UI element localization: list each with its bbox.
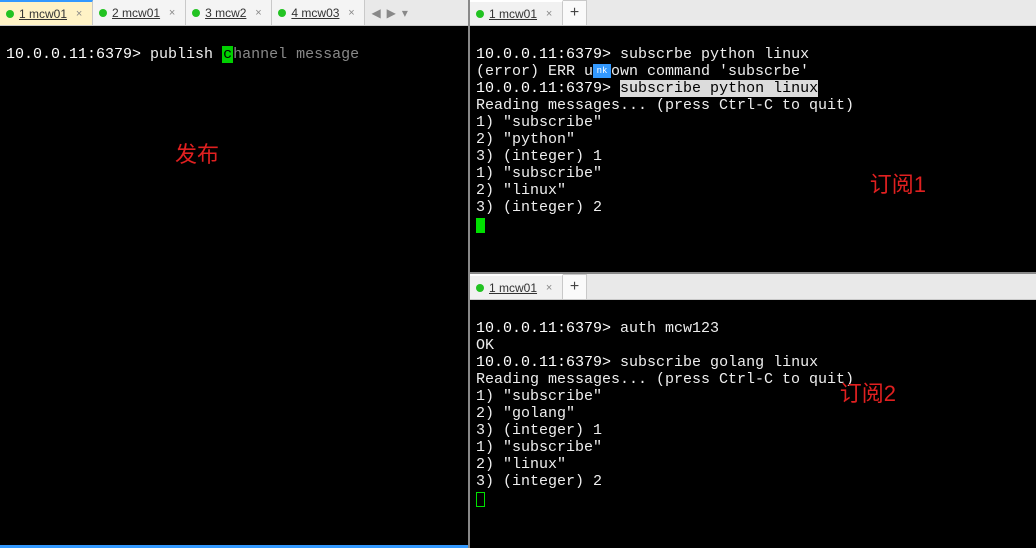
- out-line: 3) (integer) 2: [476, 199, 602, 216]
- right-bottom-tabbar: 1 mcw01 × +: [470, 274, 1036, 300]
- out-line: 3) (integer) 2: [476, 473, 602, 490]
- out-line: 2) "linux": [476, 182, 566, 199]
- right-pane: 1 mcw01 × + 10.0.0.11:6379> subscrbe pyt…: [470, 0, 1036, 548]
- cmd-suggestion: hannel message: [233, 46, 359, 63]
- out-line: Reading messages... (press Ctrl-C to qui…: [476, 371, 854, 388]
- tab-label: 1 mcw01: [19, 7, 67, 21]
- close-icon[interactable]: ×: [346, 8, 356, 18]
- left-tabbar: 1 mcw01 × 2 mcw01 × 3 mcw2 × 4 mcw03 × ◀…: [0, 0, 468, 26]
- status-dot-icon: [476, 10, 484, 18]
- tab-4[interactable]: 4 mcw03 ×: [272, 0, 365, 25]
- out-line: 1) "subscribe": [476, 114, 602, 131]
- right-top-tabbar: 1 mcw01 × +: [470, 0, 1036, 26]
- cmd: subscribe golang linux: [620, 354, 818, 371]
- left-terminal[interactable]: 10.0.0.11:6379> publish channel message …: [0, 26, 468, 548]
- out-line: own command 'subscrbe': [611, 63, 809, 80]
- left-pane: 1 mcw01 × 2 mcw01 × 3 mcw2 × 4 mcw03 × ◀…: [0, 0, 470, 548]
- prompt: 10.0.0.11:6379>: [476, 320, 611, 337]
- out-line: 2) "python": [476, 131, 575, 148]
- status-dot-icon: [278, 9, 286, 17]
- right-bottom-pane: 1 mcw01 × + 10.0.0.11:6379> auth mcw123 …: [470, 274, 1036, 548]
- cmd-pre: publish: [150, 46, 222, 63]
- out-line: 2) "linux": [476, 456, 566, 473]
- out-line: Reading messages... (press Ctrl-C to qui…: [476, 97, 854, 114]
- tab-label: 1 mcw01: [489, 281, 537, 295]
- tab-1[interactable]: 1 mcw01 ×: [0, 0, 93, 25]
- tab-label: 2 mcw01: [112, 6, 160, 20]
- out-line: 2) "golang": [476, 405, 575, 422]
- annotation-sub1: 订阅1: [870, 176, 926, 193]
- close-icon[interactable]: ×: [544, 9, 554, 19]
- prompt: 10.0.0.11:6379>: [476, 354, 611, 371]
- close-icon[interactable]: ×: [544, 283, 554, 293]
- out-line: 1) "subscribe": [476, 388, 602, 405]
- tab-menu-icon[interactable]: ▾: [402, 6, 408, 20]
- cmd-highlight: subscribe python linux: [620, 80, 818, 97]
- out-line: OK: [476, 337, 494, 354]
- prompt: 10.0.0.11:6379>: [6, 46, 141, 63]
- annotation-publish: 发布: [175, 146, 219, 163]
- tab-label: 4 mcw03: [291, 6, 339, 20]
- right-top-pane: 1 mcw01 × + 10.0.0.11:6379> subscrbe pyt…: [470, 0, 1036, 274]
- tab-prev-icon[interactable]: ◀: [371, 6, 380, 20]
- right-top-terminal[interactable]: 10.0.0.11:6379> subscrbe python linux (e…: [470, 26, 1036, 274]
- cmd: subscrbe python linux: [620, 46, 809, 63]
- prompt: 10.0.0.11:6379>: [476, 46, 611, 63]
- new-tab-button[interactable]: +: [563, 0, 587, 25]
- status-dot-icon: [476, 284, 484, 292]
- app-split: 1 mcw01 × 2 mcw01 × 3 mcw2 × 4 mcw03 × ◀…: [0, 0, 1036, 548]
- close-icon[interactable]: ×: [167, 8, 177, 18]
- out-line: 3) (integer) 1: [476, 422, 602, 439]
- cursor-icon: [476, 218, 485, 233]
- ime-badge-icon: nk: [593, 64, 611, 78]
- tab-label: 3 mcw2: [205, 6, 246, 20]
- tab-label: 1 mcw01: [489, 7, 537, 21]
- tab-next-icon[interactable]: ▶: [387, 6, 396, 20]
- status-dot-icon: [192, 9, 200, 17]
- cmd: auth mcw123: [620, 320, 719, 337]
- out-line: 3) (integer) 1: [476, 148, 602, 165]
- tab-1[interactable]: 1 mcw01 ×: [470, 0, 563, 25]
- status-dot-icon: [99, 9, 107, 17]
- out-line: 1) "subscribe": [476, 165, 602, 182]
- close-icon[interactable]: ×: [74, 9, 84, 19]
- tab-nav: ◀ ▶ ▾: [365, 0, 414, 25]
- close-icon[interactable]: ×: [253, 8, 263, 18]
- new-tab-button[interactable]: +: [563, 274, 587, 299]
- status-dot-icon: [6, 10, 14, 18]
- prompt: 10.0.0.11:6379>: [476, 80, 611, 97]
- tab-2[interactable]: 2 mcw01 ×: [93, 0, 186, 25]
- tab-1[interactable]: 1 mcw01 ×: [470, 274, 563, 299]
- cursor-char: c: [222, 46, 233, 63]
- right-bottom-terminal[interactable]: 10.0.0.11:6379> auth mcw123 OK 10.0.0.11…: [470, 300, 1036, 548]
- out-line: 1) "subscribe": [476, 439, 602, 456]
- tab-3[interactable]: 3 mcw2 ×: [186, 0, 272, 25]
- out-line: (error) ERR u: [476, 63, 593, 80]
- cursor-icon: [476, 492, 485, 507]
